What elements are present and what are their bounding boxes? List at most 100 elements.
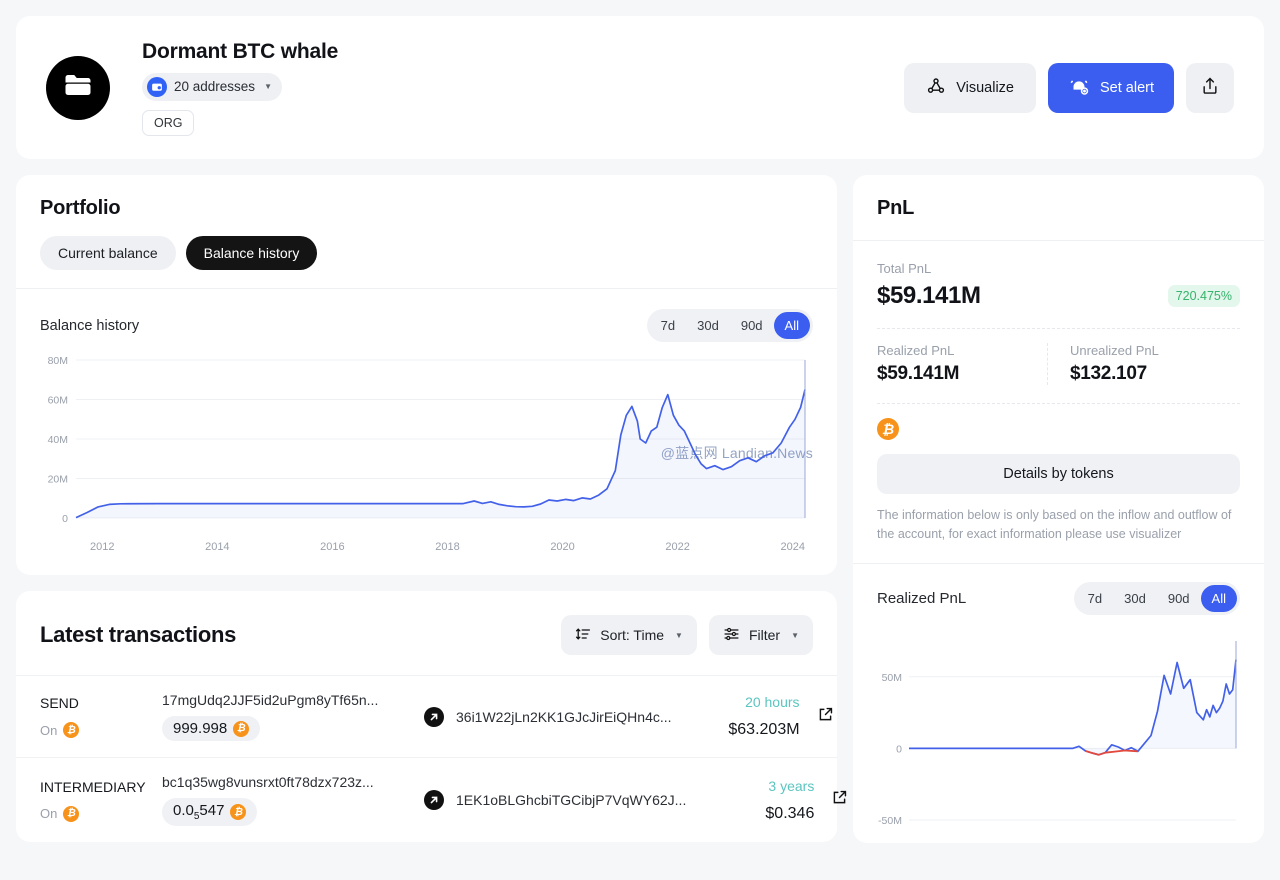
arrow-up-right-circle-icon [424, 706, 444, 727]
tab-current-balance[interactable]: Current balance [40, 236, 176, 270]
pnl-note: The information below is only based on t… [877, 508, 1232, 542]
svg-text:0: 0 [896, 743, 902, 755]
table-row[interactable]: INTERMEDIARY On ₿ bc1q35wg8vunsrxt0ft78d… [16, 757, 847, 842]
chevron-down-icon: ▼ [791, 630, 799, 640]
total-pnl-value: $59.141M [877, 282, 981, 309]
transaction-to: 36i1W22jLn2KK1GJcJirEiQHn4c... [456, 709, 672, 725]
filter-button[interactable]: Filter ▼ [708, 615, 813, 655]
chevron-down-icon: ▼ [675, 630, 683, 640]
folder-icon [63, 72, 93, 103]
bitcoin-icon: ₿ [230, 804, 247, 820]
range-7d[interactable]: 7d [650, 312, 686, 339]
bitcoin-icon: ₿ [63, 722, 80, 738]
range-90d[interactable]: 90d [730, 312, 774, 339]
status-badge: ORG [142, 109, 195, 136]
on-label: On [40, 722, 58, 738]
visualize-label: Visualize [956, 79, 1014, 96]
header-actions: Visualize Set alert [904, 62, 1234, 113]
svg-text:60M: 60M [48, 395, 68, 407]
xtick: 2018 [435, 541, 460, 553]
svg-text:-50M: -50M [878, 815, 902, 827]
realized-pnl-label: Realized PnL [877, 343, 955, 358]
entity-header-card: Dormant BTC whale 20 addresses ▼ ORG Vis… [16, 16, 1264, 159]
range-30d[interactable]: 30d [686, 312, 730, 339]
transaction-time: 3 years [768, 777, 815, 794]
transaction-usd: $63.203M [728, 721, 800, 738]
balance-chart-svg: 80M 60M 40M 20M 0 [48, 355, 806, 525]
transaction-from: bc1q35wg8vunsrxt0ft78dzx723z... 0.05547 … [162, 774, 412, 826]
pnl-chart-svg: 50M 0 -50M [878, 640, 1237, 827]
pnl-range-7d[interactable]: 7d [1077, 585, 1113, 612]
external-link-icon[interactable] [814, 789, 848, 811]
svg-text:40M: 40M [48, 434, 68, 446]
set-alert-label: Set alert [1100, 79, 1154, 96]
balance-chart-label: Balance history [40, 317, 140, 334]
pnl-range-selector: 7d 30d 90d All [1073, 581, 1240, 615]
from-address[interactable]: bc1q35wg8vunsrxt0ft78dzx723z... [162, 774, 412, 790]
pnl-range-90d[interactable]: 90d [1157, 585, 1201, 612]
pnl-title: PnL [877, 197, 915, 219]
svg-text:20M: 20M [48, 474, 68, 486]
xtick: 2016 [320, 541, 345, 553]
unrealized-pnl-cell: Unrealized PnL $132.107 [1047, 343, 1240, 385]
details-by-tokens-button[interactable]: Details by tokens [877, 454, 1240, 494]
network-graph-icon [926, 76, 946, 100]
transaction-usd: $0.346 [765, 804, 815, 822]
share-button[interactable] [1186, 62, 1234, 113]
range-all[interactable]: All [773, 312, 810, 339]
chevron-down-icon: ▼ [264, 82, 272, 91]
transaction-kind: SEND On ₿ [40, 695, 162, 738]
chain-label: On ₿ [40, 805, 162, 822]
portfolio-title: Portfolio [40, 197, 121, 219]
to-address[interactable]: 36i1W22jLn2KK1GJcJirEiQHn4c... [456, 709, 672, 725]
portfolio-card: Portfolio Current balance Balance histor… [16, 175, 837, 575]
xtick: 2024 [780, 541, 805, 553]
share-upload-icon [1200, 75, 1220, 101]
realized-pnl-cell: Realized PnL $59.141M [877, 343, 1047, 385]
unrealized-pnl-value: $132.107 [1070, 363, 1147, 384]
chain-label: On ₿ [40, 722, 162, 738]
visualize-button[interactable]: Visualize [904, 62, 1036, 113]
to-address[interactable]: 1EK1oBLGhcbiTGCibjP7VqWY62J... [456, 792, 686, 808]
amount-value: 999.998 [173, 720, 228, 737]
addresses-label: 20 addresses [174, 79, 256, 94]
svg-text:80M: 80M [48, 355, 68, 367]
svg-text:0: 0 [62, 513, 68, 525]
table-row[interactable]: SEND On ₿ 17mgUdq2JJF5id2uPgm8yTf65n... … [16, 675, 837, 757]
wallet-icon [147, 76, 167, 97]
unrealized-pnl-label: Unrealized PnL [1070, 343, 1159, 358]
from-address[interactable]: 17mgUdq2JJF5id2uPgm8yTf65n... [162, 692, 412, 708]
addresses-dropdown[interactable]: 20 addresses ▼ [142, 72, 282, 101]
portfolio-tabs: Current balance Balance history [40, 236, 813, 288]
pnl-range-all[interactable]: All [1200, 584, 1237, 612]
transactions-card: Latest transactions Sort: Time ▼ Filter … [16, 591, 847, 842]
xtick: 2020 [550, 541, 575, 553]
external-link-icon[interactable] [800, 706, 834, 728]
xtick: 2012 [90, 541, 115, 553]
transaction-kind: INTERMEDIARY On ₿ [40, 779, 162, 822]
filter-label: Filter [748, 627, 781, 643]
tab-balance-history[interactable]: Balance history [185, 236, 318, 270]
pnl-percentage-badge: 720.475% [1167, 285, 1240, 307]
bitcoin-icon: ₿ [63, 805, 80, 822]
kind-label: INTERMEDIARY [40, 778, 146, 795]
transactions-title: Latest transactions [40, 622, 237, 647]
entity-info: Dormant BTC whale 20 addresses ▼ ORG [142, 40, 338, 136]
xtick: 2022 [665, 541, 690, 553]
realized-pnl-chart: 50M 0 -50M [853, 615, 1264, 843]
app-root: Dormant BTC whale 20 addresses ▼ ORG Vis… [0, 0, 1280, 880]
amount-chip: 0.05547 ₿ [162, 798, 258, 826]
pnl-range-30d[interactable]: 30d [1113, 585, 1157, 612]
bitcoin-icon: ₿ [233, 720, 250, 737]
divider [877, 328, 1240, 329]
transaction-time: 20 hours [745, 694, 800, 710]
amount-value: 0.05547 [173, 802, 225, 822]
sort-icon [575, 626, 591, 645]
balance-range-selector: 7d 30d 90d All [646, 309, 813, 342]
set-alert-button[interactable]: Set alert [1048, 62, 1174, 113]
arrow-up-right-circle-icon [424, 790, 444, 810]
bitcoin-icon: ₿ [877, 418, 899, 440]
sort-button[interactable]: Sort: Time ▼ [561, 615, 697, 655]
divider [877, 403, 1240, 404]
kind-label: SEND [40, 695, 79, 711]
